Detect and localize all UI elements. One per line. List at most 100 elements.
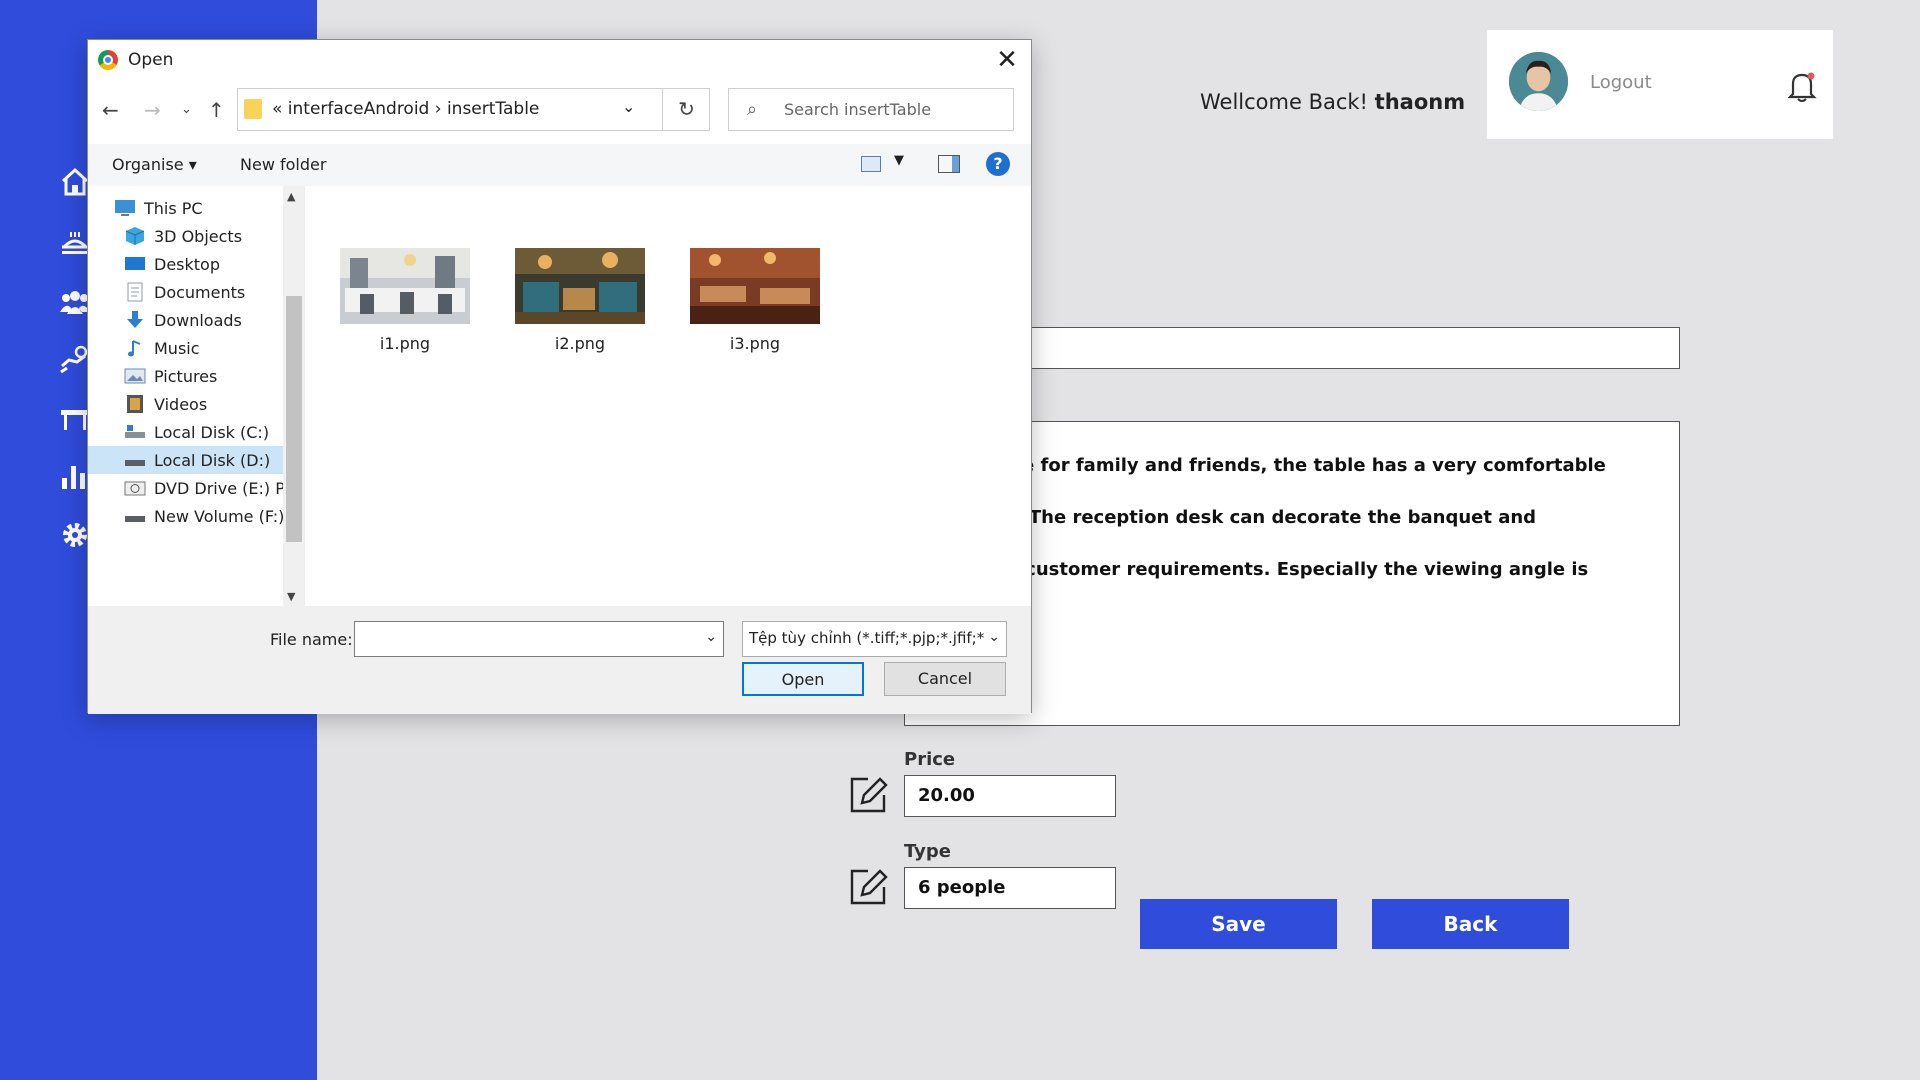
address-bar[interactable]: « interfaceAndroid › insertTable ⌄ ↻ (237, 88, 710, 131)
search-icon: ⌕ (747, 99, 758, 120)
pc-icon (115, 200, 135, 216)
file-item[interactable]: i3.png (690, 248, 820, 353)
nav-item-label: New Volume (F:) (154, 506, 285, 526)
chevron-down-icon[interactable]: ⌄ (988, 629, 1000, 645)
nav-item-videos[interactable]: Videos (124, 390, 207, 418)
nav-item-label: Local Disk (D:) (154, 450, 271, 470)
scroll-up-icon[interactable]: ▲ (287, 190, 295, 203)
nav-item-label: DVD Drive (E:) PF (154, 478, 295, 498)
search-input[interactable]: ⌕ Search insertTable (728, 88, 1014, 131)
nav-item-label: Documents (154, 282, 246, 302)
save-button[interactable]: Save (1140, 899, 1337, 949)
nav-item-documents[interactable]: Documents (124, 278, 245, 306)
dialog-title: Open (128, 50, 174, 70)
nav-item-local-disk-c[interactable]: Local Disk (C:) (124, 418, 269, 446)
nav-item-label: Videos (154, 394, 208, 414)
chrome-icon (98, 50, 118, 70)
scroll-thumb[interactable] (286, 296, 302, 542)
edit-icon[interactable] (846, 773, 890, 817)
help-icon[interactable]: ? (986, 152, 1010, 176)
file-type-select[interactable]: Tệp tùy chỉnh (*.tiff;*.pjp;*.jfif;* ⌄ (742, 621, 1007, 657)
edit-icon[interactable] (846, 865, 890, 909)
file-name: i3.png (729, 334, 781, 353)
up-arrow-icon[interactable]: ↑ (208, 98, 225, 122)
nav-item-label: This PC (144, 198, 203, 218)
price-input[interactable]: 20.00 (904, 775, 1116, 817)
file-thumbnail (515, 248, 645, 324)
videos-icon (127, 395, 143, 413)
nav-item-3d-objects[interactable]: 3D Objects (124, 222, 242, 250)
pictures-icon (124, 368, 146, 384)
nav-item-dvd-drive[interactable]: DVD Drive (E:) PF (124, 474, 294, 502)
user-card: Logout (1487, 30, 1833, 139)
desktop-icon (125, 257, 145, 270)
file-type-value: Tệp tùy chỉnh (*.tiff;*.pjp;*.jfif;* (749, 629, 985, 647)
nav-scrollbar[interactable]: ▲ ▼ (283, 186, 305, 606)
close-icon[interactable]: ✕ (991, 44, 1023, 76)
search-placeholder: Search insertTable (784, 100, 932, 119)
dvd-icon (124, 481, 146, 496)
cube-icon (125, 227, 145, 245)
price-label: Price (904, 749, 956, 770)
folder-icon (244, 99, 262, 119)
nav-item-this-pc[interactable]: This PC (114, 194, 203, 222)
file-thumbnail (340, 248, 470, 324)
refresh-icon[interactable]: ↻ (662, 89, 710, 130)
nav-item-label: Downloads (154, 310, 242, 330)
dialog-navbar: ← → ⌄ ↑ « interfaceAndroid › insertTable… (88, 88, 1031, 134)
organise-menu[interactable]: Organise ▾ (112, 155, 197, 174)
back-button[interactable]: Back (1372, 899, 1569, 949)
drive-icon (125, 425, 145, 438)
bell-icon[interactable] (1787, 70, 1817, 102)
recent-dropdown-icon[interactable]: ⌄ (181, 102, 192, 117)
nav-item-label: Pictures (154, 366, 218, 386)
welcome-text: Wellcome Back! thaonm (1200, 90, 1465, 114)
drive-icon (125, 460, 145, 466)
username: thaonm (1374, 90, 1466, 114)
nav-item-local-disk-d[interactable]: Local Disk (D:) (88, 446, 283, 474)
view-options-icon[interactable] (861, 156, 881, 172)
back-arrow-icon[interactable]: ← (102, 98, 119, 122)
dialog-toolbar: Organise ▾ New folder ▼ ? (88, 144, 1031, 186)
dialog-footer: File name: ⌄ Tệp tùy chỉnh (*.tiff;*.pjp… (88, 606, 1031, 714)
preview-pane-icon[interactable] (938, 155, 960, 173)
document-icon (127, 282, 143, 302)
file-name: i2.png (554, 334, 606, 353)
open-file-dialog: Open ✕ ← → ⌄ ↑ « interfaceAndroid › inse… (87, 39, 1032, 714)
nav-item-pictures[interactable]: Pictures (124, 362, 217, 390)
navigation-pane: This PC 3D Objects Desktop Documents Dow… (88, 186, 305, 606)
open-button[interactable]: Open (742, 662, 864, 696)
nav-item-label: 3D Objects (154, 226, 243, 246)
file-thumbnail (690, 248, 820, 324)
nav-item-label: Music (154, 338, 200, 358)
download-icon (127, 311, 143, 328)
file-list: i1.png i2.png i3.png (305, 186, 1032, 606)
type-label: Type (904, 841, 951, 862)
new-folder-button[interactable]: New folder (240, 155, 326, 174)
welcome-prefix: Wellcome Back! (1200, 90, 1368, 114)
nav-item-downloads[interactable]: Downloads (124, 306, 242, 334)
chevron-down-icon[interactable]: ⌄ (622, 97, 635, 116)
cancel-button[interactable]: Cancel (884, 662, 1006, 696)
dialog-titlebar[interactable]: Open ✕ (88, 40, 1031, 80)
file-item[interactable]: i1.png (340, 248, 470, 353)
breadcrumb[interactable]: « interfaceAndroid › insertTable (272, 99, 539, 119)
music-icon (128, 340, 141, 357)
chevron-down-icon[interactable]: ⌄ (705, 629, 717, 645)
nav-item-label: Local Disk (C:) (154, 422, 270, 442)
file-item[interactable]: i2.png (515, 248, 645, 353)
chevron-down-icon[interactable]: ▼ (894, 153, 904, 168)
nav-item-desktop[interactable]: Desktop (124, 250, 220, 278)
forward-arrow-icon[interactable]: → (144, 98, 161, 122)
logout-link[interactable]: Logout (1590, 72, 1652, 93)
file-name-label: File name: (270, 630, 353, 649)
drive-icon (125, 516, 145, 522)
type-input[interactable]: 6 people (904, 867, 1116, 909)
nav-item-label: Desktop (154, 254, 220, 274)
file-name: i1.png (379, 334, 431, 353)
nav-item-new-volume[interactable]: New Volume (F:) (124, 502, 284, 530)
scroll-down-icon[interactable]: ▼ (287, 590, 295, 603)
nav-item-music[interactable]: Music (124, 334, 200, 362)
file-name-input[interactable]: ⌄ (354, 621, 724, 657)
avatar[interactable] (1509, 52, 1568, 111)
